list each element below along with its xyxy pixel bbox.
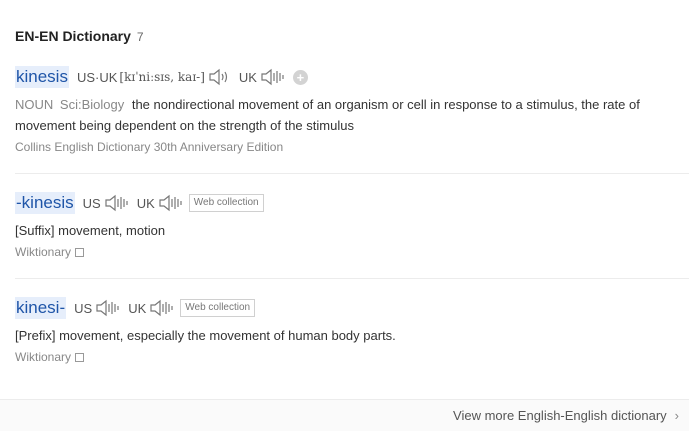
headword[interactable]: kinesi- [15, 297, 67, 319]
speaker-icon[interactable] [96, 299, 120, 317]
uk-label: UK [136, 195, 155, 211]
definition: [Suffix] movement, motion [15, 220, 687, 241]
uk-label: UK [128, 300, 147, 316]
footer-bar: View more English-English dictionary › [0, 399, 689, 431]
view-more-link[interactable]: View more English-English dictionary › [453, 408, 679, 423]
part-of-speech: NOUN [15, 97, 54, 112]
definition: NOUN Sci:Biology the nondirectional move… [15, 94, 687, 136]
speaker-icon[interactable] [209, 68, 231, 86]
web-collection-tag: Web collection [180, 299, 256, 317]
speaker-icon[interactable] [105, 194, 129, 212]
uk-label: UK [238, 69, 257, 85]
source: Wiktionary [15, 245, 689, 259]
plus-icon[interactable]: + [292, 69, 308, 85]
pronunciation-us: US [83, 194, 129, 212]
subject-label: Sci:Biology [59, 97, 125, 112]
entry-prefix-kinesi: kinesi- US UK Web collection [Prefix] mo… [15, 297, 689, 364]
us-label: US [82, 195, 101, 211]
source: Wiktionary [15, 350, 689, 364]
entry-divider [15, 173, 689, 174]
result-count: 7 [136, 30, 144, 44]
speaker-icon[interactable] [150, 299, 174, 317]
headword[interactable]: kinesis [15, 66, 69, 88]
definition-text: [Suffix] movement, motion [15, 223, 166, 238]
source-name[interactable]: Wiktionary [15, 245, 71, 259]
ipa-text: [kɪˈniːsɪs, kaɪ-] [119, 70, 205, 84]
dictionary-title: EN-EN Dictionary [15, 28, 131, 44]
web-collection-tag: Web collection [188, 194, 264, 212]
pronunciation-uk: UK [128, 299, 174, 317]
source: Collins English Dictionary 30th Annivers… [15, 140, 689, 154]
source-name[interactable]: Wiktionary [15, 350, 71, 364]
definition: [Prefix] movement, especially the moveme… [15, 325, 687, 346]
external-link-icon[interactable] [75, 352, 85, 362]
speaker-icon[interactable] [261, 68, 285, 86]
source-name: Collins English Dictionary 30th Annivers… [15, 140, 284, 154]
external-link-icon[interactable] [75, 247, 85, 257]
headword[interactable]: -kinesis [15, 192, 75, 214]
entry-kinesis: kinesis US·UK [kɪˈniːsɪs, kaɪ-] UK + NOU… [15, 66, 689, 174]
pronunciation-uk: UK [239, 68, 285, 86]
dictionary-header: EN-EN Dictionary 7 [15, 28, 144, 44]
view-more-label[interactable]: View more English-English dictionary [453, 408, 667, 423]
speaker-icon[interactable] [159, 194, 183, 212]
entry-divider [15, 278, 689, 279]
us-label: US [74, 300, 93, 316]
pronunciation-us: US·UK [kɪˈniːsɪs, kaɪ-] [77, 68, 231, 86]
definition-text: [Prefix] movement, especially the moveme… [15, 328, 396, 343]
entry-suffix-kinesis: -kinesis US UK Web collection [Suffix] m… [15, 192, 689, 279]
pronunciation-uk: UK [137, 194, 183, 212]
us-label: US·UK [76, 69, 118, 85]
pronunciation-us: US [74, 299, 120, 317]
chevron-right-icon: › [674, 408, 679, 423]
